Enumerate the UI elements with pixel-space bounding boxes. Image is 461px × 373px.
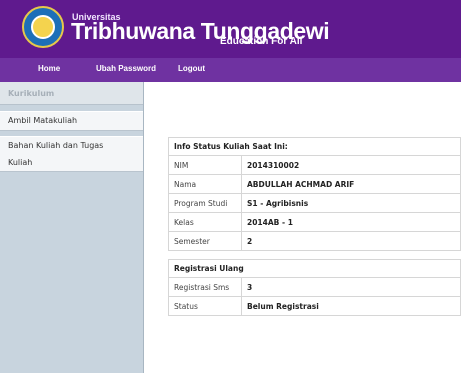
- row-label: NIM: [168, 155, 242, 175]
- row-value-program-studi: S1 - Agribisnis: [241, 193, 461, 213]
- row-label: Program Studi: [168, 193, 242, 213]
- sidebar-item-bahan-kuliah[interactable]: Bahan Kuliah dan Tugas Kuliah: [0, 136, 143, 172]
- sidebar-item-label-line1: Bahan Kuliah dan Tugas: [8, 141, 104, 150]
- table-row: Info Status Kuliah Saat Ini:: [168, 137, 461, 156]
- row-label: Kelas: [168, 212, 242, 232]
- table-row: Registrasi Sms 3: [168, 277, 461, 297]
- nav-change-password[interactable]: Ubah Password: [96, 64, 156, 74]
- row-label: Status: [168, 296, 242, 316]
- top-nav: Home Ubah Password Logout: [0, 58, 461, 82]
- sidebar-heading: Kurikulum: [0, 82, 143, 105]
- row-value-nim: 2014310002: [241, 155, 461, 175]
- brand-tagline: Education For All: [220, 36, 303, 47]
- row-value-semester: 2: [241, 231, 461, 251]
- row-value-nama: ABDULLAH ACHMAD ARIF: [241, 174, 461, 194]
- table-row: NIM 2014310002: [168, 155, 461, 175]
- sidebar-heading-label: Kurikulum: [8, 89, 55, 98]
- registration-table: Registrasi Ulang Registrasi Sms 3 Status…: [168, 259, 461, 316]
- main-content: Info Status Kuliah Saat Ini: NIM 2014310…: [144, 82, 461, 373]
- sidebar-item-ambil-matakuliah[interactable]: Ambil Matakuliah: [0, 111, 143, 131]
- university-seal-icon: [22, 6, 64, 48]
- sidebar-item-label: Ambil Matakuliah: [8, 116, 78, 125]
- registration-table-title: Registrasi Ulang: [168, 259, 461, 278]
- sidebar-item-label-line2: Kuliah: [8, 158, 33, 167]
- row-value-status: Belum Registrasi: [241, 296, 461, 316]
- row-label: Nama: [168, 174, 242, 194]
- row-value-registrasi-sms: 3: [241, 277, 461, 297]
- table-row: Kelas 2014AB - 1: [168, 212, 461, 232]
- site-header: Universitas Tribhuwana Tunggadewi Educat…: [0, 0, 461, 58]
- status-table-title: Info Status Kuliah Saat Ini:: [168, 137, 461, 156]
- table-row: Registrasi Ulang: [168, 259, 461, 278]
- table-row: Nama ABDULLAH ACHMAD ARIF: [168, 174, 461, 194]
- status-table: Info Status Kuliah Saat Ini: NIM 2014310…: [168, 137, 461, 251]
- row-value-kelas: 2014AB - 1: [241, 212, 461, 232]
- nav-logout[interactable]: Logout: [178, 64, 205, 74]
- seal-inner-emblem: [31, 15, 55, 39]
- nav-home[interactable]: Home: [38, 64, 60, 74]
- table-row: Semester 2: [168, 231, 461, 251]
- table-row: Program Studi S1 - Agribisnis: [168, 193, 461, 213]
- row-label: Semester: [168, 231, 242, 251]
- row-label: Registrasi Sms: [168, 277, 242, 297]
- table-row: Status Belum Registrasi: [168, 296, 461, 316]
- sidebar: Kurikulum Ambil Matakuliah Bahan Kuliah …: [0, 82, 144, 373]
